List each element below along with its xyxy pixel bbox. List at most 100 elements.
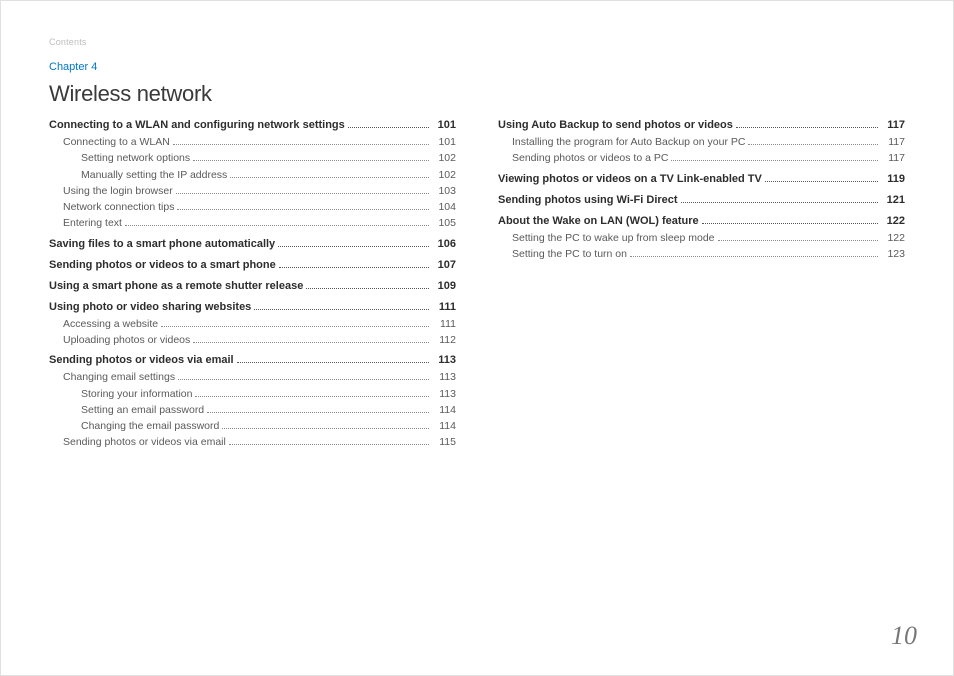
toc-entry-page: 104 <box>432 199 456 215</box>
toc-entry-page: 121 <box>881 192 905 209</box>
toc-entry[interactable]: Sending photos or videos to a PC 117 <box>498 150 905 166</box>
toc-entry-page: 122 <box>881 230 905 246</box>
toc-entry-page: 105 <box>432 215 456 231</box>
chapter-label: Chapter 4 <box>49 61 905 73</box>
toc-entry-title: Sending photos or videos via email <box>63 434 226 450</box>
toc-entry-page: 113 <box>432 352 456 369</box>
toc-entry[interactable]: Using a smart phone as a remote shutter … <box>49 278 456 295</box>
toc-entry[interactable]: Changing the email password 114 <box>49 418 456 434</box>
toc-column-right: Using Auto Backup to send photos or vide… <box>498 117 905 451</box>
toc-leader <box>681 202 878 203</box>
toc-entry[interactable]: Sending photos using Wi-Fi Direct121 <box>498 192 905 209</box>
toc-entry-title: Saving files to a smart phone automatica… <box>49 236 275 253</box>
toc-leader <box>178 379 429 380</box>
toc-entry[interactable]: Using photo or video sharing websites 111 <box>49 299 456 316</box>
toc-entry-title: Setting the PC to turn on <box>512 246 627 262</box>
toc-column-left: Connecting to a WLAN and configuring net… <box>49 117 456 451</box>
toc-leader <box>702 223 878 224</box>
toc-leader <box>230 177 429 178</box>
toc-entry[interactable]: Installing the program for Auto Backup o… <box>498 134 905 150</box>
toc-columns: Connecting to a WLAN and configuring net… <box>49 117 905 451</box>
toc-entry-title: Using Auto Backup to send photos or vide… <box>498 117 733 134</box>
chapter-title: Wireless network <box>49 81 905 107</box>
toc-leader <box>671 160 878 161</box>
toc-entry-title: Setting the PC to wake up from sleep mod… <box>512 230 715 246</box>
toc-leader <box>193 160 429 161</box>
toc-entry[interactable]: Entering text 105 <box>49 215 456 231</box>
toc-leader <box>748 144 878 145</box>
toc-entry[interactable]: Network connection tips 104 <box>49 199 456 215</box>
toc-entry[interactable]: Using Auto Backup to send photos or vide… <box>498 117 905 134</box>
toc-entry-title: Network connection tips <box>63 199 174 215</box>
toc-entry-title: Using a smart phone as a remote shutter … <box>49 278 303 295</box>
toc-leader <box>195 396 429 397</box>
toc-leader <box>207 412 429 413</box>
toc-entry-title: Sending photos or videos to a PC <box>512 150 668 166</box>
toc-entry-title: Using photo or video sharing websites <box>49 299 251 316</box>
toc-entry-page: 117 <box>881 117 905 134</box>
toc-leader <box>125 225 429 226</box>
toc-entry-title: Changing the email password <box>81 418 219 434</box>
toc-leader <box>718 240 878 241</box>
toc-entry[interactable]: Using the login browser103 <box>49 183 456 199</box>
toc-entry[interactable]: Accessing a website 111 <box>49 316 456 332</box>
toc-entry[interactable]: Sending photos or videos via email 115 <box>49 434 456 450</box>
toc-entry-title: Storing your information <box>81 386 192 402</box>
toc-entry[interactable]: Changing email settings113 <box>49 369 456 385</box>
toc-entry[interactable]: Connecting to a WLAN 101 <box>49 134 456 150</box>
toc-leader <box>161 326 429 327</box>
toc-entry-page: 102 <box>432 150 456 166</box>
toc-leader <box>222 428 429 429</box>
toc-entry[interactable]: Saving files to a smart phone automatica… <box>49 236 456 253</box>
toc-entry[interactable]: Setting the PC to turn on 123 <box>498 246 905 262</box>
toc-entry-page: 111 <box>432 316 456 332</box>
toc-entry-page: 106 <box>432 236 456 253</box>
toc-entry[interactable]: About the Wake on LAN (WOL) feature 122 <box>498 213 905 230</box>
toc-leader <box>254 309 429 310</box>
toc-entry-page: 101 <box>432 134 456 150</box>
toc-entry-page: 122 <box>881 213 905 230</box>
toc-entry-page: 114 <box>432 418 456 434</box>
toc-entry-title: Setting network options <box>81 150 190 166</box>
toc-entry-title: Sending photos or videos via email <box>49 352 234 369</box>
toc-leader <box>630 256 878 257</box>
toc-entry-page: 123 <box>881 246 905 262</box>
toc-entry[interactable]: Setting an email password114 <box>49 402 456 418</box>
toc-leader <box>176 193 429 194</box>
toc-entry-page: 112 <box>432 332 456 348</box>
toc-leader <box>177 209 429 210</box>
toc-entry[interactable]: Storing your information113 <box>49 386 456 402</box>
toc-leader <box>237 362 429 363</box>
toc-entry[interactable]: Manually setting the IP address102 <box>49 167 456 183</box>
toc-entry-page: 114 <box>432 402 456 418</box>
toc-entry-title: Accessing a website <box>63 316 158 332</box>
toc-leader <box>173 144 429 145</box>
toc-entry-title: About the Wake on LAN (WOL) feature <box>498 213 699 230</box>
page-number: 10 <box>891 621 917 651</box>
toc-entry-page: 117 <box>881 134 905 150</box>
toc-entry-page: 117 <box>881 150 905 166</box>
toc-entry-title: Uploading photos or videos <box>63 332 190 348</box>
toc-entry[interactable]: Setting the PC to wake up from sleep mod… <box>498 230 905 246</box>
toc-leader <box>193 342 429 343</box>
toc-leader <box>765 181 878 182</box>
toc-entry[interactable]: Sending photos or videos to a smart phon… <box>49 257 456 274</box>
toc-leader <box>348 127 429 128</box>
toc-leader <box>736 127 878 128</box>
toc-entry-title: Changing email settings <box>63 369 175 385</box>
toc-leader <box>278 246 429 247</box>
toc-entry[interactable]: Connecting to a WLAN and configuring net… <box>49 117 456 134</box>
toc-entry-title: Entering text <box>63 215 122 231</box>
toc-leader <box>229 444 429 445</box>
toc-entry-title: Connecting to a WLAN <box>63 134 170 150</box>
toc-entry-page: 111 <box>432 299 456 316</box>
running-head: Contents <box>49 37 905 47</box>
toc-entry-page: 115 <box>432 434 456 450</box>
toc-entry[interactable]: Uploading photos or videos 112 <box>49 332 456 348</box>
manual-page: Contents Chapter 4 Wireless network Conn… <box>1 1 953 675</box>
toc-entry-page: 107 <box>432 257 456 274</box>
toc-entry[interactable]: Viewing photos or videos on a TV Link-en… <box>498 171 905 188</box>
toc-entry[interactable]: Setting network options 102 <box>49 150 456 166</box>
toc-leader <box>279 267 429 268</box>
toc-entry[interactable]: Sending photos or videos via email 113 <box>49 352 456 369</box>
